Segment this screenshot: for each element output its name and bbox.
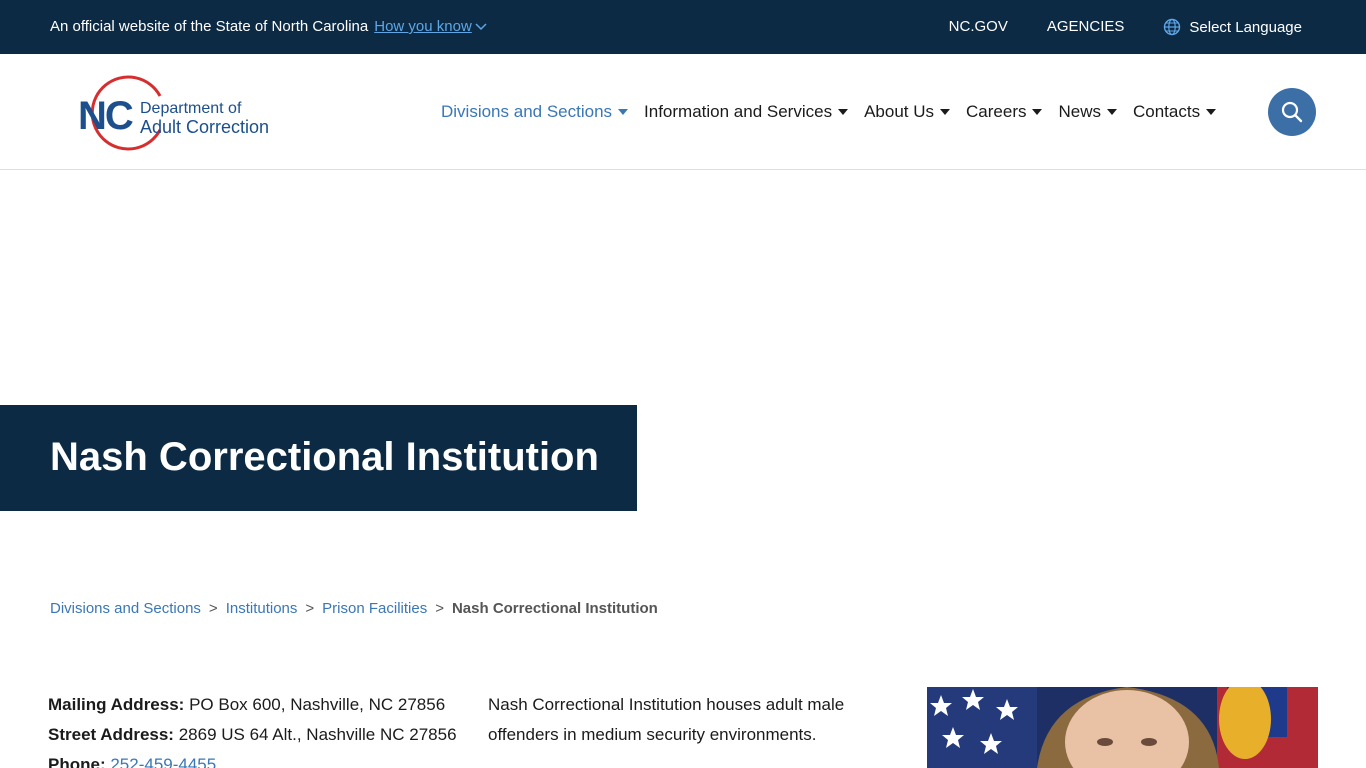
caret-down-icon (838, 109, 849, 115)
caret-down-icon (1107, 109, 1117, 115)
nav-label: Careers (966, 102, 1027, 121)
globe-icon (1164, 18, 1181, 36)
facility-description: Nash Correctional Institution houses adu… (488, 695, 845, 744)
street-address-label: Street Address: (48, 725, 174, 744)
search-button[interactable] (1268, 88, 1316, 136)
breadcrumb-current: Nash Correctional Institution (451, 600, 658, 617)
street-address-value: 2869 US 64 Alt., Nashville NC 27856 (178, 725, 457, 744)
breadcrumb-separator: > (305, 600, 315, 617)
caret-down-icon (1206, 109, 1217, 115)
caret-down-icon (1032, 109, 1043, 115)
breadcrumb-institutions[interactable]: Institutions (226, 600, 298, 617)
photo-illustration (927, 687, 1318, 768)
page-title: Nash Correctional Institution (50, 435, 599, 479)
nav-careers[interactable]: Careers (966, 102, 1043, 122)
nav-about-us[interactable]: About Us (864, 102, 951, 122)
breadcrumb-divisions-and-sections[interactable]: Divisions and Sections (50, 600, 201, 617)
nav-information-and-services[interactable]: Information and Services (644, 102, 849, 122)
nav-divisions-and-sections[interactable]: Divisions and Sections (441, 102, 629, 122)
breadcrumb: Divisions and Sections > Institutions > … (50, 600, 658, 617)
official-notice: An official website of the State of Nort… (50, 18, 487, 35)
mailing-address: Mailing Address: PO Box 600, Nashville, … (48, 690, 457, 720)
mailing-address-value: PO Box 600, Nashville, NC 27856 (189, 695, 446, 714)
select-language-label: Select Language (1189, 18, 1302, 36)
phone-link[interactable]: 252-459-4455 (110, 755, 216, 768)
contact-info: Mailing Address: PO Box 600, Nashville, … (48, 690, 457, 768)
site-logo[interactable]: NC Department of Adult Correction (76, 74, 286, 152)
breadcrumb-separator: > (208, 600, 218, 617)
how-you-know-link[interactable]: How you know (374, 18, 487, 35)
nav-label: Information and Services (644, 102, 833, 121)
street-address: Street Address: 2869 US 64 Alt., Nashvil… (48, 720, 457, 750)
site-header: NC Department of Adult Correction Divisi… (0, 54, 1366, 170)
logo-nc-text: NC (78, 94, 134, 138)
page-title-banner: Nash Correctional Institution (0, 405, 637, 511)
nav-label: Divisions and Sections (441, 102, 613, 121)
logo-department-text: Department of Adult Correction (140, 100, 269, 136)
nav-label: Contacts (1133, 102, 1201, 121)
breadcrumb-prison-facilities[interactable]: Prison Facilities (322, 600, 427, 617)
nav-label: About Us (864, 102, 935, 121)
phone-label: Phone: (48, 755, 106, 768)
caret-down-icon (940, 109, 951, 115)
nav-label: News (1058, 102, 1101, 121)
nav-news[interactable]: News (1058, 102, 1117, 122)
official-banner: An official website of the State of Nort… (0, 0, 1366, 54)
phone: Phone: 252-459-4455 (48, 750, 457, 768)
mailing-address-label: Mailing Address: (48, 695, 185, 714)
chevron-down-icon (475, 23, 487, 31)
ncgov-link[interactable]: NC.GOV (949, 18, 1008, 36)
caret-down-icon (618, 109, 629, 115)
agencies-link[interactable]: AGENCIES (1047, 18, 1125, 36)
logo-line-1: Department of (140, 100, 242, 117)
how-you-know-label: How you know (374, 18, 472, 35)
logo-line-2: Adult Correction (140, 117, 270, 137)
official-text: An official website of the State of Nort… (50, 18, 369, 35)
warden-photo (927, 687, 1318, 768)
nav-contacts[interactable]: Contacts (1133, 102, 1217, 122)
top-links: NC.GOV AGENCIES Select Language (949, 18, 1302, 36)
select-language-button[interactable]: Select Language (1163, 18, 1302, 36)
search-icon (1281, 101, 1303, 123)
breadcrumb-separator: > (435, 600, 444, 617)
main-navigation: Divisions and Sections Information and S… (441, 102, 1217, 122)
